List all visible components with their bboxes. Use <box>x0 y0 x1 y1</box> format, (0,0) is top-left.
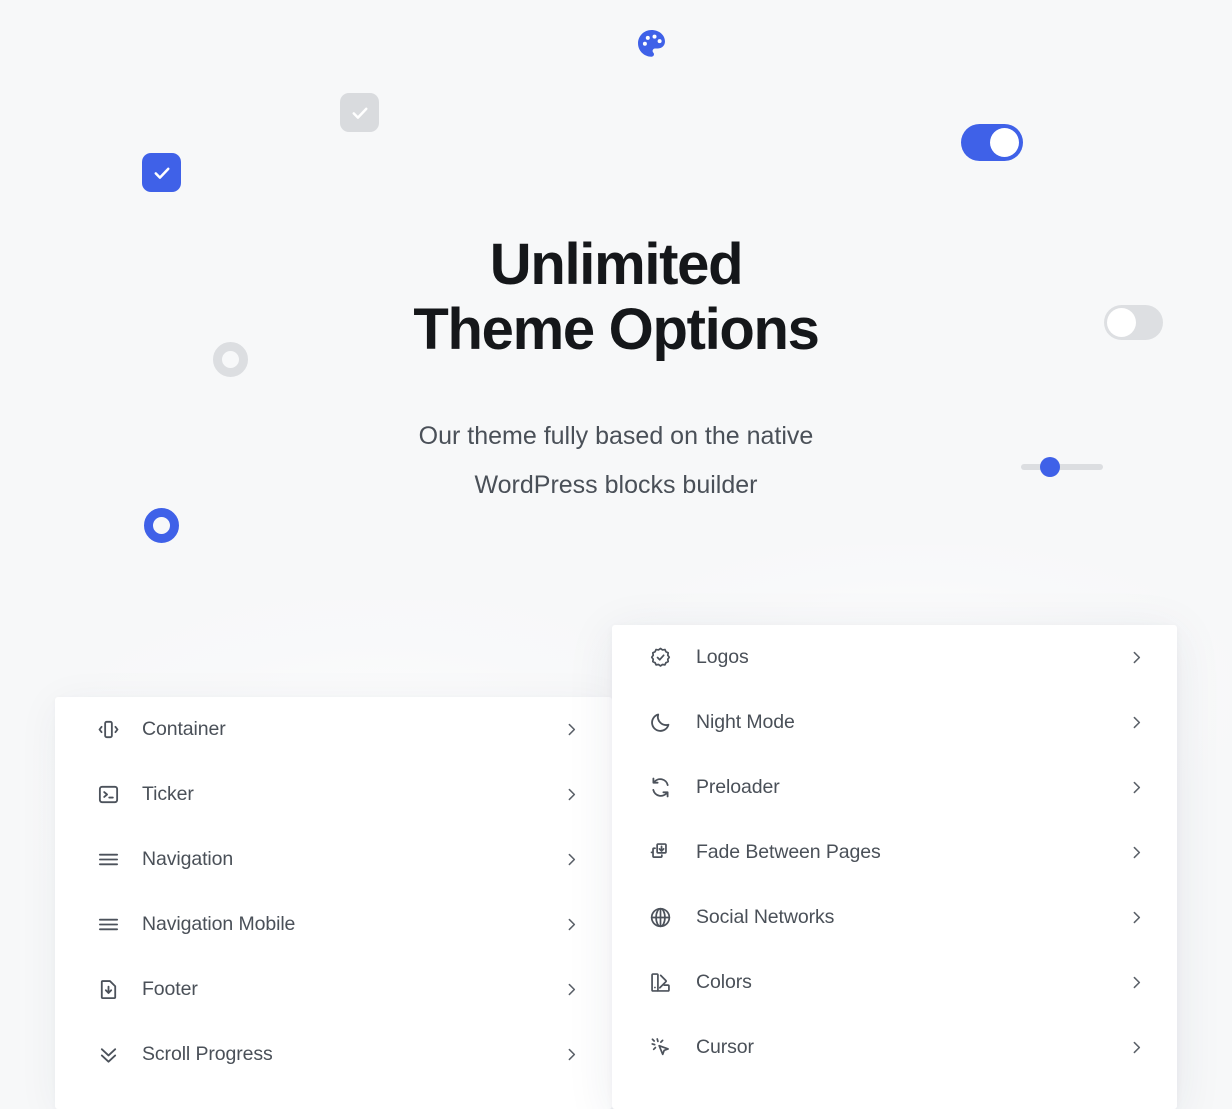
chevron-right-icon <box>563 851 580 868</box>
option-item-night-mode[interactable]: Night Mode <box>612 690 1177 755</box>
check-icon <box>352 107 367 119</box>
option-label: Cursor <box>696 1036 754 1058</box>
chevron-right-icon <box>1128 909 1145 926</box>
chevron-right-icon <box>1128 844 1145 861</box>
option-item-ticker[interactable]: Ticker <box>55 762 612 827</box>
page-subtitle: Our theme fully based on the native Word… <box>418 422 814 499</box>
option-item-cursor[interactable]: Cursor <box>612 1015 1177 1080</box>
option-label: Preloader <box>696 776 780 798</box>
chevron-right-icon <box>1128 974 1145 991</box>
option-label: Navigation Mobile <box>142 913 296 935</box>
option-item-footer[interactable]: Footer <box>55 957 612 1022</box>
chevron-right-icon <box>1128 714 1145 731</box>
toggle-knob <box>990 128 1019 157</box>
palette-icon <box>635 27 668 60</box>
swatch-icon <box>647 970 673 996</box>
chevron-right-icon <box>563 1046 580 1063</box>
cursor-sparkle-icon <box>647 1035 673 1061</box>
layers-import-icon <box>647 840 673 866</box>
moon-icon <box>647 710 673 736</box>
chevron-right-icon <box>1128 1039 1145 1056</box>
option-label: Social Networks <box>696 906 835 928</box>
checkbox-checked[interactable] <box>142 153 181 192</box>
file-down-icon <box>95 977 121 1003</box>
radio-selected[interactable] <box>144 508 179 543</box>
option-label: Container <box>142 718 226 740</box>
option-label: Scroll Progress <box>142 1043 273 1065</box>
hero-stage: Unlimited Theme Options Our theme fully … <box>0 0 1232 1109</box>
option-item-logos[interactable]: Logos <box>612 625 1177 690</box>
option-item-container[interactable]: Container <box>55 697 612 762</box>
option-label: Logos <box>696 646 749 668</box>
refresh-icon <box>647 775 673 801</box>
option-item-fade-between-pages[interactable]: Fade Between Pages <box>612 820 1177 885</box>
chevron-right-icon <box>1128 649 1145 666</box>
option-item-scroll-progress[interactable]: Scroll Progress <box>55 1022 612 1087</box>
page-title: Unlimited Theme Options <box>413 232 820 362</box>
option-label: Colors <box>696 971 752 993</box>
toggle-on[interactable] <box>961 124 1023 161</box>
check-icon <box>154 167 169 179</box>
options-panel-left: Container Ticker Navigation Navigation M… <box>55 697 612 1109</box>
options-panel-right: Logos Night Mode Preloader Fade Between … <box>612 625 1177 1109</box>
option-item-social-networks[interactable]: Social Networks <box>612 885 1177 950</box>
terminal-icon <box>95 782 121 808</box>
chevron-right-icon <box>563 981 580 998</box>
menu-lines-icon <box>95 912 121 938</box>
option-label: Ticker <box>142 783 194 805</box>
option-item-navigation-mobile[interactable]: Navigation Mobile <box>55 892 612 957</box>
chevron-right-icon <box>1128 779 1145 796</box>
option-item-navigation[interactable]: Navigation <box>55 827 612 892</box>
menu-lines-icon <box>95 847 121 873</box>
option-label: Navigation <box>142 848 234 870</box>
chevron-right-icon <box>563 786 580 803</box>
option-label: Fade Between Pages <box>696 841 881 863</box>
globe-icon <box>647 905 673 931</box>
option-label: Night Mode <box>696 711 795 733</box>
chevron-right-icon <box>563 916 580 933</box>
badge-check-icon <box>647 645 673 671</box>
option-item-preloader[interactable]: Preloader <box>612 755 1177 820</box>
option-label: Footer <box>142 978 198 1000</box>
chevrons-down-icon <box>95 1042 121 1068</box>
option-item-colors[interactable]: Colors <box>612 950 1177 1015</box>
chevron-right-icon <box>563 721 580 738</box>
checkbox-inactive[interactable] <box>340 93 379 132</box>
container-icon <box>95 717 121 743</box>
